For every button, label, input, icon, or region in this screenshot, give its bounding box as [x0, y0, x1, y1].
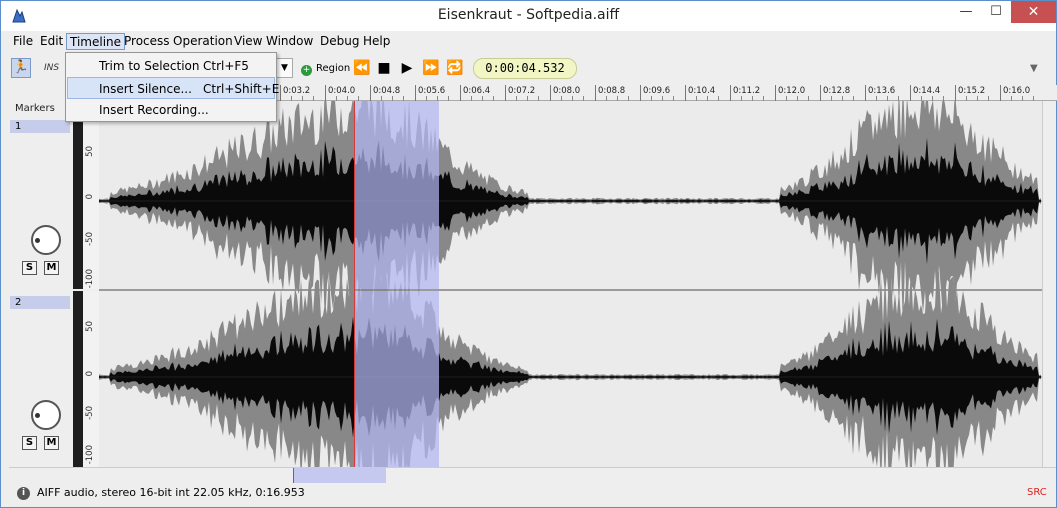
insert-mode-label: INS [44, 63, 60, 73]
src-indicator: SRC [1027, 487, 1047, 498]
track-1-scale-label: 0 [85, 194, 95, 200]
menu-item-shortcut: Ctrl+F5 [203, 59, 249, 73]
scroll-selection-indicator [293, 468, 386, 483]
ruler-tick-label: 0:13.6 [865, 85, 895, 101]
timeline-ruler[interactable]: 0:03.2 0:04.0 0:04.8 0:05.6 0:06.4 0:07.2 0:08… [277, 85, 1057, 101]
track-2-selection [354, 291, 439, 467]
menu-timeline[interactable]: Timeline [66, 33, 126, 50]
menu-item-insert-recording[interactable]: Insert Recording... [67, 99, 275, 121]
menu-edit[interactable]: Edit [37, 33, 66, 50]
info-icon: i [17, 487, 30, 500]
menu-item-insert-silence[interactable]: Insert Silence... Ctrl+Shift+E [67, 77, 279, 99]
pointer-tool-button[interactable]: 🏃 [11, 58, 31, 78]
track-1-mute-button[interactable]: M [44, 261, 59, 275]
menu-debug[interactable]: Debug [317, 33, 362, 50]
fast-forward-icon[interactable]: ⏩ [421, 58, 441, 78]
timeline-dropdown-menu: Trim to Selection Ctrl+F5 Insert Silence… [65, 52, 279, 122]
menu-process[interactable]: Process [121, 33, 173, 50]
menu-view[interactable]: View [231, 33, 265, 50]
combo-dropdown[interactable]: ▼ [276, 58, 293, 78]
menu-help[interactable]: Help [360, 33, 393, 50]
running-man-icon: 🏃 [12, 60, 30, 75]
track-2-amplitude-scale [83, 291, 99, 467]
track-1-selection [354, 101, 439, 289]
track-2-mute-button[interactable]: M [44, 436, 59, 450]
track-2-level-meter [73, 291, 83, 467]
menu-item-label: Insert Recording... [99, 103, 209, 117]
vertical-scrollbar[interactable] [1042, 101, 1056, 467]
stop-icon[interactable]: ■ [374, 58, 394, 78]
track-2-scale-label: -100 [85, 445, 95, 465]
horizontal-scrollbar[interactable] [9, 467, 1056, 483]
track-1-scale-label: 50 [85, 146, 95, 157]
toolbar-overflow-arrow[interactable]: ▼ [1030, 63, 1038, 74]
markers-label[interactable]: Markers [15, 102, 71, 115]
window-title: Eisenkraut - Softpedia.aiff [437, 7, 620, 23]
ruler-tick-label: 0:11.2 [730, 85, 760, 101]
track-2-solo-button[interactable]: S [22, 436, 37, 450]
ruler-tick-label: 0:15.2 [955, 85, 985, 101]
scroll-playhead-indicator [293, 468, 294, 483]
ruler-tick-label: 0:05.6 [415, 85, 445, 101]
ruler-tick-label: 0:12.0 [775, 85, 805, 101]
loop-icon[interactable]: 🔁 [445, 58, 465, 78]
ruler-tick-label: 0:04.0 [325, 85, 355, 101]
ruler-tick-label: 0:16.0 [1000, 85, 1030, 101]
maximize-button[interactable]: ☐ [981, 1, 1011, 23]
menu-item-label: Trim to Selection [99, 59, 200, 73]
ruler-tick-label: 0:08.8 [595, 85, 625, 101]
track-1-solo-button[interactable]: S [22, 261, 37, 275]
track-1-scale-label: -50 [85, 232, 95, 246]
ruler-tick-label: 0:06.4 [460, 85, 490, 101]
ruler-tick-label: 0:12.8 [820, 85, 850, 101]
knob-indicator-icon [35, 413, 40, 418]
ruler-tick-label: 0:10.4 [685, 85, 715, 101]
minimize-button[interactable]: — [951, 1, 981, 23]
track-2-pan-knob[interactable] [31, 400, 61, 430]
menu-window[interactable]: Window [263, 33, 316, 50]
menu-file[interactable]: File [10, 33, 36, 50]
plus-icon: + [301, 65, 312, 76]
region-button[interactable]: + Region [301, 61, 350, 77]
track-1-pan-knob[interactable] [31, 225, 61, 255]
title-bar: Eisenkraut - Softpedia.aiff — ☐ ✕ [1, 1, 1056, 31]
rewind-icon[interactable]: ⏪ [352, 58, 372, 78]
app-window: Eisenkraut - Softpedia.aiff — ☐ ✕ File E… [0, 0, 1057, 508]
waveform-view[interactable] [99, 101, 1042, 467]
menu-bar: File Edit Timeline Process Operation Vie… [1, 31, 1056, 52]
ruler-tick-label: 0:08.0 [550, 85, 580, 101]
status-text: AIFF audio, stereo 16-bit int 22.05 kHz,… [37, 486, 305, 499]
timecode-display: 0:00:04.532 [473, 58, 577, 79]
menu-item-trim-to-selection[interactable]: Trim to Selection Ctrl+F5 [67, 55, 275, 77]
track-2-scale-label: 0 [85, 371, 95, 377]
play-icon[interactable]: ▶ [397, 58, 417, 78]
ruler-tick-label: 0:03.2 [280, 85, 310, 101]
ruler-tick-label: 0:14.4 [910, 85, 940, 101]
track-1-level-meter [73, 101, 83, 289]
track-2-scale-label: -50 [85, 406, 95, 420]
track-1-header[interactable]: 1 [10, 120, 70, 133]
menu-operation[interactable]: Operation [170, 33, 236, 50]
track-2-scale-label: 50 [85, 321, 95, 332]
waveform-canvas[interactable] [99, 101, 1042, 467]
menu-item-label: Insert Silence... [99, 82, 192, 96]
region-label: Region [316, 63, 351, 74]
menu-item-shortcut: Ctrl+Shift+E [203, 82, 280, 96]
knob-indicator-icon [35, 238, 40, 243]
ruler-tick-label: 0:04.8 [370, 85, 400, 101]
close-button[interactable]: ✕ [1011, 1, 1056, 23]
ruler-tick-label: 0:09.6 [640, 85, 670, 101]
track-2-header[interactable]: 2 [10, 296, 70, 309]
ruler-tick-label: 0:07.2 [505, 85, 535, 101]
track-1-scale-label: -100 [85, 269, 95, 289]
